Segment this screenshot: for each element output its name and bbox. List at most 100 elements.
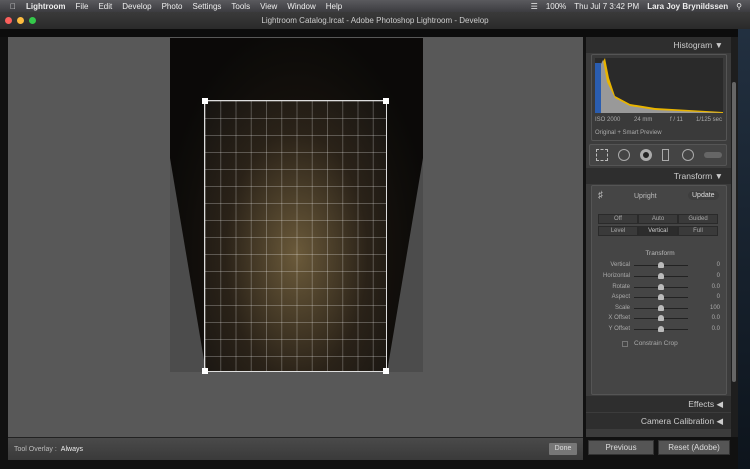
upright-vertical-button[interactable]: Vertical (638, 226, 678, 236)
slider-thumb[interactable] (658, 326, 664, 332)
battery-status[interactable]: 100% (546, 2, 566, 11)
calibration-header[interactable]: Camera Calibration ◀ (586, 413, 731, 429)
spot-removal-icon[interactable] (618, 149, 630, 161)
slider-rotate[interactable]: Rotate 0.0 (592, 283, 728, 293)
transform-panel: ♯ Upright Update Off Auto Guided Level V… (591, 185, 727, 395)
zoom-button[interactable] (29, 17, 36, 24)
crop-handle[interactable] (202, 98, 208, 104)
slider-label: Aspect (611, 294, 630, 300)
histogram-curve (595, 58, 723, 113)
upright-crop-icon[interactable]: ♯ (598, 190, 603, 201)
slider-x-offset[interactable]: X Offset 0.0 (592, 314, 728, 324)
crop-tool-icon[interactable] (596, 149, 608, 161)
slider-horizontal[interactable]: Horizontal 0 (592, 272, 728, 282)
adjustment-brush-icon[interactable] (704, 152, 722, 158)
slider-thumb[interactable] (658, 305, 664, 311)
slider-value[interactable]: 0.0 (712, 284, 720, 290)
histogram-graph[interactable] (595, 58, 723, 113)
tool-overlay-select[interactable]: Always (61, 446, 83, 453)
slider-thumb[interactable] (658, 262, 664, 268)
crop-overlay-grid[interactable] (202, 98, 389, 374)
menu-photo[interactable]: Photo (162, 2, 183, 11)
tool-overlay-label: Tool Overlay : (14, 445, 57, 453)
menu-edit[interactable]: Edit (98, 2, 112, 11)
tool-overlay-bar: Tool Overlay : Always Done (8, 437, 583, 460)
slider-label: Y Offset (608, 326, 630, 332)
slider-value[interactable]: 0.0 (712, 315, 720, 321)
crop-handle[interactable] (202, 368, 208, 374)
menu-bar:  Lightroom File Edit Develop Photo Sett… (0, 0, 750, 12)
shutter-speed: 1/125 sec (696, 117, 723, 123)
slider-vertical[interactable]: Vertical 0 (592, 261, 728, 271)
graduated-filter-icon[interactable] (662, 149, 669, 161)
constrain-crop-checkbox[interactable] (622, 341, 628, 347)
menu-tools[interactable]: Tools (231, 2, 250, 11)
histogram: ISO 2000 24 mm f / 11 1/125 sec Original… (591, 54, 727, 141)
crop-mask-right (387, 38, 423, 372)
menu-view[interactable]: View (260, 2, 277, 11)
window-title: Lightroom Catalog.lrcat - Adobe Photosho… (261, 16, 489, 25)
slider-thumb[interactable] (658, 315, 664, 321)
upright-full-button[interactable]: Full (678, 226, 718, 236)
calibration-title: Camera Calibration (640, 416, 715, 426)
radial-filter-icon[interactable] (682, 149, 694, 161)
close-button[interactable] (5, 17, 12, 24)
tool-strip (589, 144, 727, 166)
slider-thumb[interactable] (658, 273, 664, 279)
slider-label: Scale (614, 305, 630, 311)
slider-value[interactable]: 0 (717, 294, 720, 300)
slider-thumb[interactable] (658, 294, 664, 300)
upright-off-button[interactable]: Off (598, 214, 638, 224)
done-button[interactable]: Done (549, 443, 577, 455)
upright-auto-button[interactable]: Auto (638, 214, 678, 224)
red-eye-icon[interactable] (640, 149, 652, 161)
menu-develop[interactable]: Develop (122, 2, 151, 11)
upright-guided-button[interactable]: Guided (678, 214, 718, 224)
slider-thumb[interactable] (658, 284, 664, 290)
upright-level-button[interactable]: Level (598, 226, 638, 236)
menu-settings[interactable]: Settings (193, 2, 222, 11)
slider-label: Vertical (610, 262, 630, 268)
reset-button[interactable]: Reset (Adobe) (658, 440, 730, 455)
crop-handle[interactable] (383, 368, 389, 374)
focal-length: 24 mm (634, 117, 653, 123)
effects-header[interactable]: Effects ◀ (586, 396, 731, 412)
desktop-background (738, 29, 750, 469)
slider-aspect[interactable]: Aspect 0 (592, 293, 728, 303)
slider-value[interactable]: 0 (717, 262, 720, 268)
user-name[interactable]: Lara Joy Brynildssen (647, 2, 728, 11)
effects-title: Effects (688, 399, 715, 409)
crop-handle[interactable] (383, 98, 389, 104)
slider-y-offset[interactable]: Y Offset 0.0 (592, 325, 728, 335)
minimize-button[interactable] (17, 17, 24, 24)
aperture: f / 11 (670, 117, 683, 123)
iso-value: ISO 2000 (595, 117, 621, 123)
apple-icon[interactable]:  (10, 2, 16, 11)
crop-mask-top (204, 38, 387, 100)
histogram-title: Histogram (673, 40, 713, 50)
scrollbar-thumb[interactable] (732, 82, 736, 382)
transform-header[interactable]: Transform ▼ (586, 168, 731, 184)
transform-title: Transform (673, 171, 713, 181)
menu-window[interactable]: Window (287, 2, 315, 11)
slider-label: X Offset (608, 315, 630, 321)
menu-help[interactable]: Help (326, 2, 342, 11)
wifi-icon[interactable]: ☰ (531, 2, 538, 11)
search-icon[interactable]: ⚲ (736, 2, 742, 11)
update-button[interactable]: Update (688, 191, 719, 200)
slider-value[interactable]: 0 (717, 273, 720, 279)
top-panel-toggle[interactable] (0, 29, 750, 37)
window-title-bar: Lightroom Catalog.lrcat - Adobe Photosho… (0, 12, 750, 29)
slider-label: Horizontal (602, 273, 630, 279)
previous-button[interactable]: Previous (588, 440, 654, 455)
histogram-header[interactable]: Histogram ▼ (586, 37, 731, 53)
slider-scale[interactable]: Scale 100 (592, 304, 728, 314)
menu-app[interactable]: Lightroom (26, 2, 66, 11)
panel-scrollbar[interactable] (731, 37, 738, 437)
clock[interactable]: Thu Jul 7 3:42 PM (574, 2, 639, 11)
crop-mask-left (170, 38, 204, 372)
slider-value[interactable]: 100 (710, 305, 720, 311)
menu-file[interactable]: File (76, 2, 89, 11)
slider-value[interactable]: 0.0 (712, 326, 720, 332)
preview-status[interactable]: Original + Smart Preview (595, 130, 662, 136)
